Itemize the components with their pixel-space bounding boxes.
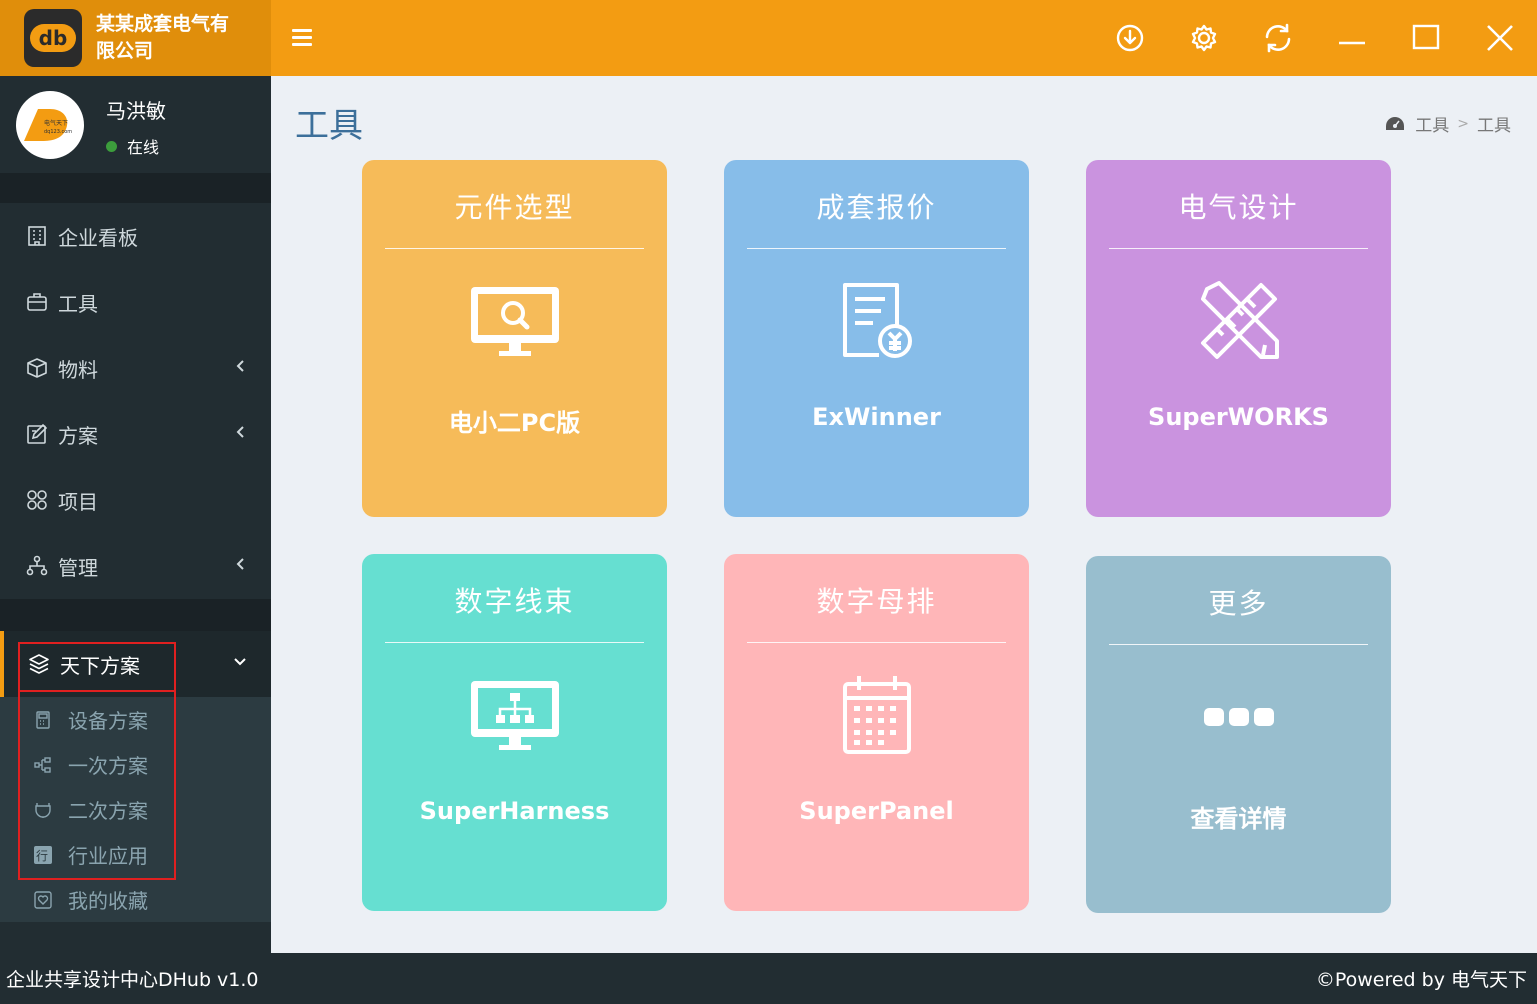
submenu-item-label: 设备方案 <box>68 709 148 733</box>
submenu-item-favorites[interactable]: 我的收藏 <box>0 877 271 922</box>
sidebar-item-label: 企业看板 <box>58 225 138 250</box>
tile-label: SuperHarness <box>419 797 610 825</box>
tile-digital-busbar[interactable]: 数字母排 SuperPanel <box>724 554 1029 911</box>
sidebar-item-dashboard[interactable]: 企业看板 <box>0 203 271 269</box>
tile-title: 数字线束 <box>454 585 575 618</box>
calendar-icon <box>724 675 1029 755</box>
tile-title: 电气设计 <box>1178 191 1299 224</box>
sidebar-item-label: 工具 <box>58 291 98 316</box>
breadcrumb-item: 工具 <box>1477 116 1511 136</box>
close-icon[interactable] <box>1463 0 1537 76</box>
invoice-yen-icon <box>724 281 1029 361</box>
app-logo: db <box>24 9 82 67</box>
sidebar-item-label: 项目 <box>58 489 98 514</box>
diagram-icon <box>34 756 52 774</box>
tile-title: 更多 <box>1208 587 1269 620</box>
download-icon[interactable] <box>1093 0 1167 76</box>
chevron-left-icon <box>236 360 244 372</box>
chevron-down-icon <box>234 658 246 666</box>
tile-label: SuperWORKS <box>1148 403 1329 431</box>
tile-component-selection[interactable]: 元件选型 电小二PC版 <box>362 160 667 517</box>
tile-title: 数字母排 <box>816 585 937 618</box>
layers-icon <box>28 653 50 675</box>
sidebar-item-label: 方案 <box>58 423 98 448</box>
minimize-icon[interactable] <box>1315 0 1389 76</box>
online-dot-icon <box>106 140 117 152</box>
sidebar-item-tools[interactable]: 工具 <box>0 269 271 335</box>
chevron-left-icon <box>236 426 244 438</box>
submenu-item-equipment[interactable]: 设备方案 <box>0 697 271 742</box>
user-name: 马洪敏 <box>106 99 166 123</box>
tile-title: 元件选型 <box>454 191 575 224</box>
submenu-item-label: 二次方案 <box>68 799 148 823</box>
tile-quotation[interactable]: 成套报价 ExWinner <box>724 160 1029 517</box>
more-dots-icon <box>1086 677 1391 757</box>
footer-powered-by: ©Powered by 电气天下 <box>1315 969 1527 991</box>
user-panel: 电气天下 dq123.com 马洪敏 在线 <box>0 76 271 173</box>
submenu-item-label: 行业应用 <box>68 844 148 868</box>
sidebar: 电气天下 dq123.com 马洪敏 在线 企业看板 工具 物料 方案 项目 管… <box>0 76 271 953</box>
sidebar-item-materials[interactable]: 物料 <box>0 335 271 401</box>
sidebar-item-tianxia-schemes[interactable]: 天下方案 <box>0 631 271 697</box>
pencil-ruler-icon <box>1086 281 1391 361</box>
monitor-search-icon <box>362 281 667 361</box>
user-status-label: 在线 <box>127 138 160 157</box>
top-bar: db 某某成套电气有限公司 <box>0 0 1537 76</box>
building-icon <box>26 225 48 247</box>
calculator-icon <box>34 710 52 729</box>
maximize-icon[interactable] <box>1389 0 1463 76</box>
edit-icon <box>26 423 48 445</box>
menu-toggle-icon[interactable] <box>292 29 312 47</box>
company-name: 某某成套电气有限公司 <box>96 13 230 62</box>
sidebar-item-label: 管理 <box>58 555 98 580</box>
submenu-item-secondary[interactable]: 二次方案 <box>0 787 271 832</box>
logo-text: db <box>30 24 76 52</box>
dashboard-icon <box>1386 116 1405 130</box>
submenu: 设备方案 一次方案 二次方案 行 行业应用 我的收藏 <box>0 697 271 922</box>
sidebar-item-label: 物料 <box>58 357 98 382</box>
footer: 企业共享设计中心DHub v1.0 ©Powered by 电气天下 <box>0 953 1537 1004</box>
breadcrumb-separator: > <box>1457 115 1469 132</box>
tile-label: 查看详情 <box>1190 805 1287 833</box>
page-title: 工具 <box>295 106 363 146</box>
sitemap-icon <box>26 555 48 577</box>
user-status: 在线 <box>106 134 166 158</box>
svg-text:电气天下: 电气天下 <box>44 119 68 127</box>
plug-icon <box>34 801 52 819</box>
footer-version: 企业共享设计中心DHub v1.0 <box>6 969 259 991</box>
tile-label: ExWinner <box>812 403 941 431</box>
sidebar-item-projects[interactable]: 项目 <box>0 467 271 533</box>
submenu-item-label: 一次方案 <box>68 754 148 778</box>
sidebar-item-management[interactable]: 管理 <box>0 533 271 599</box>
refresh-icon[interactable] <box>1241 0 1315 76</box>
submenu-item-primary[interactable]: 一次方案 <box>0 742 271 787</box>
submenu-item-industry[interactable]: 行 行业应用 <box>0 832 271 877</box>
tile-digital-harness[interactable]: 数字线束 SuperHarness <box>362 554 667 911</box>
cube-icon <box>26 357 48 379</box>
tile-electrical-design[interactable]: 电气设计 SuperWORKS <box>1086 160 1391 517</box>
avatar[interactable]: 电气天下 dq123.com <box>16 90 84 159</box>
briefcase-icon <box>26 291 48 313</box>
chevron-left-icon <box>236 558 244 570</box>
brand: db 某某成套电气有限公司 <box>0 0 271 76</box>
hang-icon: 行 <box>34 845 52 864</box>
svg-text:dq123.com: dq123.com <box>44 129 72 135</box>
tile-label: SuperPanel <box>799 797 954 825</box>
settings-gear-icon[interactable] <box>1167 0 1241 76</box>
svg-text:行: 行 <box>36 849 48 863</box>
grid-icon <box>26 489 48 511</box>
main-content: 工具 工具 > 工具 元件选型 电小二PC版 成套报价 ExWinner 电气设… <box>271 76 1537 953</box>
sidebar-item-label: 天下方案 <box>60 653 140 678</box>
heart-icon <box>34 890 52 909</box>
submenu-item-label: 我的收藏 <box>68 889 148 913</box>
breadcrumb-item[interactable]: 工具 <box>1415 111 1449 136</box>
tile-more[interactable]: 更多 查看详情 <box>1086 556 1391 913</box>
tile-label: 电小二PC版 <box>448 409 581 437</box>
breadcrumb: 工具 > 工具 <box>1385 111 1511 136</box>
monitor-network-icon <box>362 675 667 755</box>
tile-title: 成套报价 <box>816 191 937 224</box>
sidebar-item-schemes[interactable]: 方案 <box>0 401 271 467</box>
